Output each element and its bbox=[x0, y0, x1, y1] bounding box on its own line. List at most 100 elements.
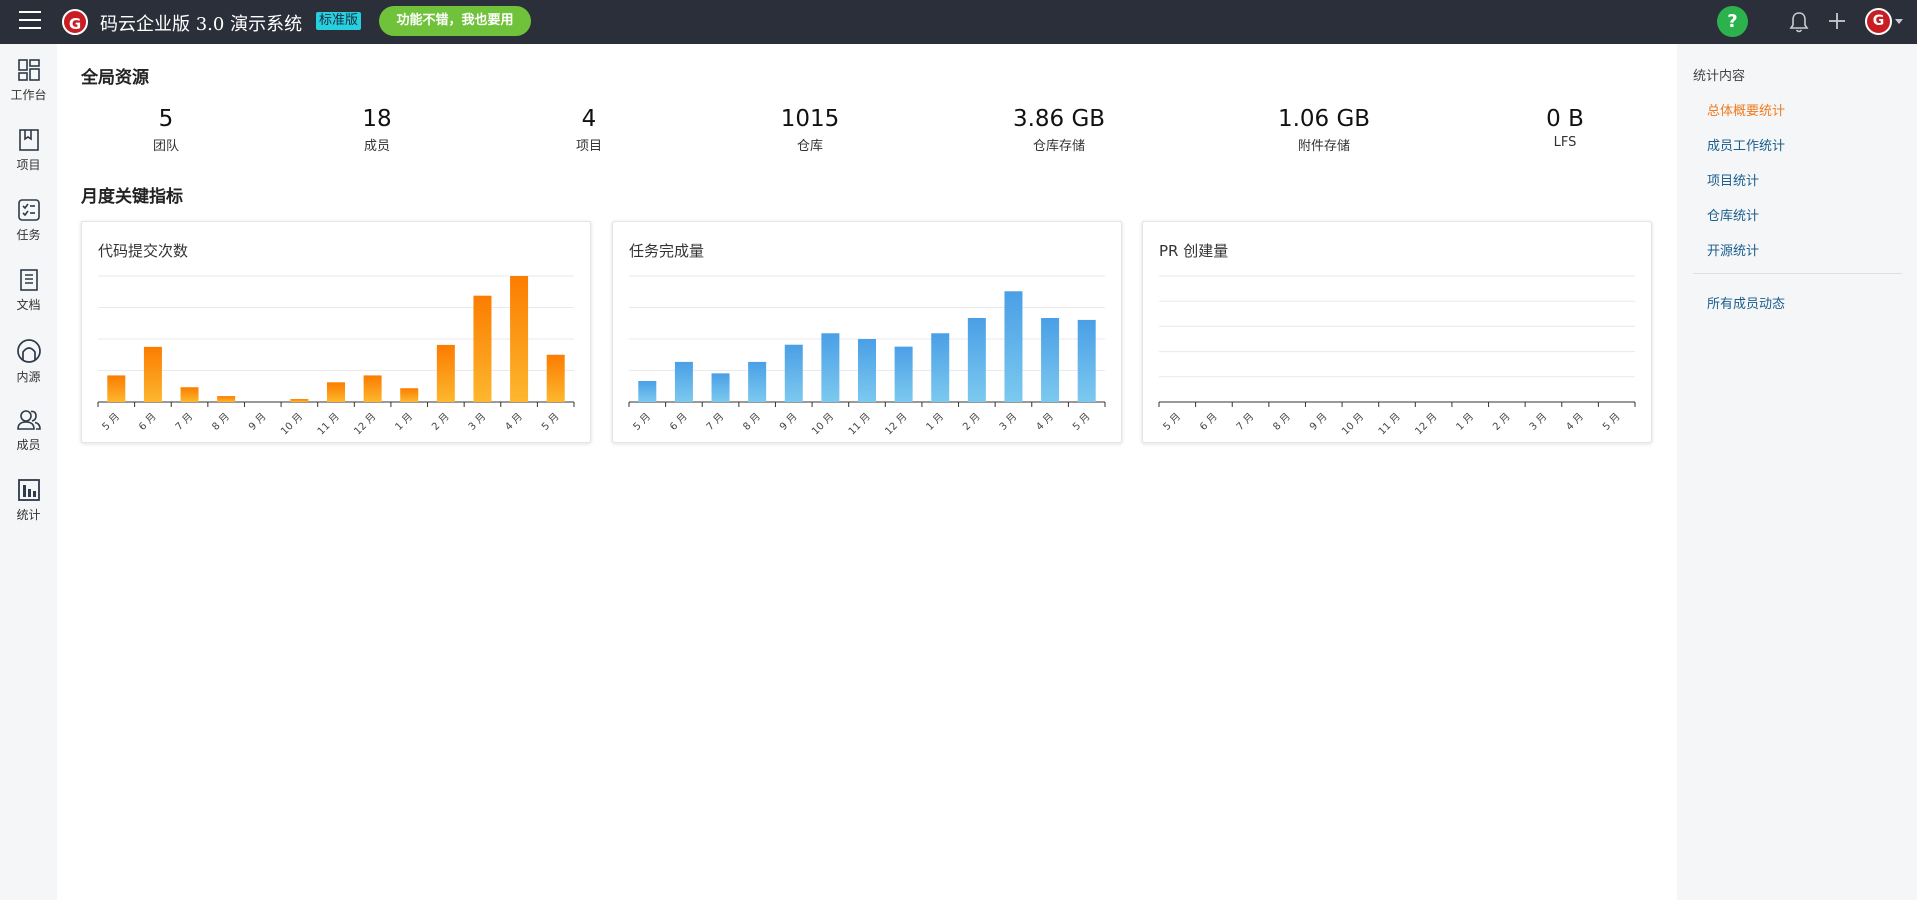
sidebar-item-projects[interactable]: 项目 bbox=[0, 128, 57, 186]
chevron-down-icon bbox=[1895, 19, 1903, 24]
x-tick-label: 10 月 bbox=[1339, 411, 1366, 438]
link-member-stats[interactable]: 成员工作统计 bbox=[1707, 135, 1785, 154]
stat-projects: 4 项目 bbox=[509, 104, 669, 154]
chart-card-commits: 代码提交次数 5 月6 月7 月8 月9 月 10 月 11 月 12 月1 月2 月… bbox=[81, 221, 591, 443]
bar[interactable] bbox=[510, 276, 529, 402]
x-tick-label: 9 月 bbox=[1307, 411, 1329, 433]
link-all-member-activity[interactable]: 所有成员动态 bbox=[1707, 293, 1785, 312]
edition-badge: 标准版 bbox=[316, 12, 362, 30]
bar[interactable] bbox=[180, 387, 199, 402]
bar[interactable] bbox=[546, 354, 565, 402]
stat-label: 成员 bbox=[363, 139, 390, 154]
bar[interactable] bbox=[894, 346, 913, 402]
bar[interactable] bbox=[784, 344, 803, 402]
menu-icon[interactable] bbox=[19, 11, 41, 31]
bar[interactable] bbox=[1004, 291, 1023, 402]
bar[interactable] bbox=[473, 295, 492, 402]
bar[interactable] bbox=[674, 361, 693, 402]
task-icon bbox=[17, 199, 40, 221]
stat-label: 仓库存储 bbox=[1032, 139, 1085, 154]
bar[interactable] bbox=[931, 333, 950, 402]
stat-value: 18 bbox=[362, 106, 392, 132]
statistics-icon bbox=[17, 479, 40, 501]
left-sidebar: 工作台 项目 任务 文档 内源 成员 统计 bbox=[0, 44, 57, 900]
bar[interactable] bbox=[638, 381, 657, 402]
link-repo-stats[interactable]: 仓库统计 bbox=[1707, 205, 1759, 224]
promo-button[interactable]: 功能不错，我也要用 bbox=[379, 6, 531, 36]
stat-label: 团队 bbox=[152, 139, 179, 154]
members-icon bbox=[16, 410, 41, 430]
x-tick-label: 5 月 bbox=[100, 411, 122, 433]
x-tick-label: 9 月 bbox=[777, 411, 799, 433]
bar[interactable] bbox=[1041, 318, 1060, 402]
document-icon bbox=[19, 269, 38, 291]
bar[interactable] bbox=[400, 388, 419, 402]
bar[interactable] bbox=[967, 318, 986, 402]
x-tick-label: 10 月 bbox=[809, 411, 836, 438]
x-tick-label: 2 月 bbox=[1490, 411, 1512, 433]
stat-label: LFS bbox=[1553, 135, 1577, 150]
bar[interactable] bbox=[107, 375, 126, 402]
x-tick-label: 6 月 bbox=[1197, 411, 1219, 433]
stat-label: 附件存储 bbox=[1297, 139, 1350, 154]
x-tick-label: 7 月 bbox=[173, 411, 195, 433]
sidebar-item-tasks[interactable]: 任务 bbox=[0, 198, 57, 256]
x-tick-label: 5 月 bbox=[631, 411, 653, 433]
x-tick-label: 8 月 bbox=[741, 411, 763, 433]
bar[interactable] bbox=[436, 344, 455, 402]
x-tick-label: 3 月 bbox=[997, 411, 1019, 433]
sidebar-item-label: 项目 bbox=[16, 158, 41, 172]
help-button[interactable]: ? bbox=[1717, 6, 1748, 37]
x-tick-label: 2 月 bbox=[429, 411, 451, 433]
x-tick-label: 3 月 bbox=[466, 411, 488, 433]
x-tick-label: 9 月 bbox=[246, 411, 268, 433]
app-title[interactable]: 码云企业版 3.0 演示系统 bbox=[100, 10, 302, 36]
sidebar-item-label: 工作台 bbox=[10, 88, 47, 102]
bar[interactable] bbox=[217, 396, 236, 402]
link-overview-stats[interactable]: 总体概要统计 bbox=[1707, 100, 1785, 119]
user-avatar[interactable]: G bbox=[1865, 7, 1905, 37]
link-project-stats[interactable]: 项目统计 bbox=[1707, 170, 1759, 189]
stat-teams: 5 团队 bbox=[86, 104, 246, 154]
x-tick-label: 3 月 bbox=[1527, 411, 1549, 433]
bar[interactable] bbox=[1077, 319, 1096, 402]
chart-card-tasks: 任务完成量 5 月6 月7 月8 月9 月 10 月 11 月 12 月1 月2 月3… bbox=[612, 221, 1122, 443]
bar[interactable] bbox=[290, 399, 309, 402]
bar[interactable] bbox=[821, 333, 840, 402]
stat-value: 1.06 GB bbox=[1277, 106, 1371, 132]
bar[interactable] bbox=[363, 375, 382, 402]
x-tick-label: 6 月 bbox=[136, 411, 158, 433]
bar[interactable] bbox=[327, 382, 345, 402]
sidebar-item-label: 任务 bbox=[16, 228, 41, 242]
x-tick-label: 11 月 bbox=[846, 411, 873, 438]
stat-label: 仓库 bbox=[796, 139, 823, 154]
bell-icon[interactable] bbox=[1788, 10, 1810, 34]
book-icon bbox=[18, 129, 39, 151]
stat-value: 0 B bbox=[1546, 106, 1584, 132]
x-tick-label: 4 月 bbox=[1034, 411, 1056, 433]
stat-label: 项目 bbox=[575, 139, 602, 154]
x-tick-label: 8 月 bbox=[210, 411, 232, 433]
innersource-icon bbox=[16, 339, 41, 363]
bar[interactable] bbox=[711, 373, 730, 402]
sidebar-item-members[interactable]: 成员 bbox=[0, 408, 57, 466]
sidebar-item-statistics[interactable]: 统计 bbox=[0, 478, 57, 536]
plus-icon[interactable] bbox=[1826, 10, 1848, 32]
bar[interactable] bbox=[143, 346, 162, 402]
sidebar-item-innersource[interactable]: 内源 bbox=[0, 338, 57, 396]
stat-attachment-storage: 1.06 GB 附件存储 bbox=[1244, 104, 1404, 154]
panel-title: 统计内容 bbox=[1693, 69, 1746, 84]
x-tick-label: 12 月 bbox=[1413, 411, 1440, 438]
sidebar-item-docs[interactable]: 文档 bbox=[0, 268, 57, 326]
bar[interactable] bbox=[748, 361, 767, 402]
sidebar-item-label: 统计 bbox=[16, 508, 41, 522]
divider bbox=[1693, 273, 1902, 274]
sidebar-item-workbench[interactable]: 工作台 bbox=[0, 58, 57, 116]
bar[interactable] bbox=[858, 339, 876, 402]
link-opensource-stats[interactable]: 开源统计 bbox=[1707, 240, 1759, 259]
x-tick-label: 5 月 bbox=[1161, 411, 1183, 433]
sidebar-item-label: 文档 bbox=[16, 298, 41, 312]
stat-value: 4 bbox=[581, 106, 597, 132]
avatar: G bbox=[1865, 8, 1892, 35]
gitee-logo[interactable]: G bbox=[62, 9, 88, 35]
